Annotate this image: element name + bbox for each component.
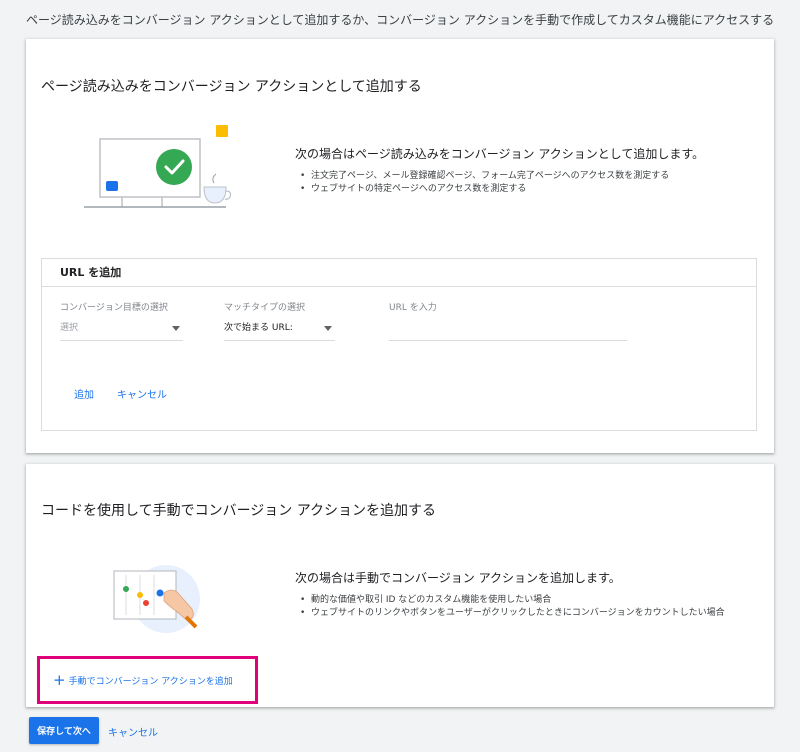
list-item: 注文完了ページ、メール登録確認ページ、フォーム完了ページへのアクセス数を測定する bbox=[295, 170, 704, 183]
url-input[interactable] bbox=[389, 319, 627, 341]
add-manual-label: 手動でコンバージョン アクションを追加 bbox=[68, 676, 233, 687]
add-url-button[interactable]: 追加 bbox=[74, 386, 94, 401]
manual-title: コードを使用して手動でコンバージョン アクションを追加する bbox=[41, 503, 437, 519]
page-load-card: ページ読み込みをコンバージョン アクションとして追加する 次の場合はページ読み込… bbox=[26, 39, 774, 453]
manual-description: 次の場合は手動でコンバージョン アクションを追加します。 動的な価値や取引 ID… bbox=[295, 569, 725, 620]
page-load-description: 次の場合はページ読み込みをコンバージョン アクションとして追加します。 注文完了… bbox=[295, 145, 704, 196]
url-panel: URL を追加 コンバージョン目標の選択 選択 マッチタイプの選択 次で始まる … bbox=[41, 258, 757, 431]
page-load-bullets: 注文完了ページ、メール登録確認ページ、フォーム完了ページへのアクセス数を測定する… bbox=[295, 170, 704, 196]
match-type-value: 次で始まる URL: bbox=[224, 323, 293, 333]
url-panel-title: URL を追加 bbox=[42, 259, 756, 287]
goal-select-label: コンバージョン目標の選択 bbox=[60, 303, 168, 313]
url-input-label: URL を入力 bbox=[389, 303, 437, 313]
coffee-cup-icon bbox=[203, 173, 232, 204]
list-item: ウェブサイトの特定ページへのアクセス数を測定する bbox=[295, 183, 704, 196]
page-heading: ページ読み込みをコンバージョン アクションとして追加するか、コンバージョン アク… bbox=[26, 13, 775, 27]
dropdown-arrow-icon bbox=[324, 326, 332, 331]
manual-bullets: 動的な価値や取引 ID などのカスタム機能を使用したい場合 ウェブサイトのリンク… bbox=[295, 594, 725, 620]
monitor-check-icon bbox=[82, 125, 232, 215]
dropdown-arrow-icon bbox=[172, 326, 180, 331]
page-load-title: ページ読み込みをコンバージョン アクションとして追加する bbox=[41, 79, 422, 95]
hand-touch-icon bbox=[106, 559, 206, 639]
chat-bubble-icon bbox=[106, 181, 118, 191]
list-item: 動的な価値や取引 ID などのカスタム機能を使用したい場合 bbox=[295, 594, 725, 607]
cancel-button[interactable]: キャンセル bbox=[108, 724, 158, 739]
save-and-next-button[interactable]: 保存して次へ bbox=[29, 717, 99, 744]
match-type-select[interactable]: 次で始まる URL: bbox=[224, 319, 335, 341]
page-load-desc-title: 次の場合はページ読み込みをコンバージョン アクションとして追加します。 bbox=[295, 147, 705, 161]
goal-select[interactable]: 選択 bbox=[60, 319, 183, 341]
sticky-note-icon bbox=[216, 125, 228, 137]
goal-select-value: 選択 bbox=[60, 323, 79, 333]
manual-desc-title: 次の場合は手動でコンバージョン アクションを追加します。 bbox=[295, 571, 621, 585]
match-type-label: マッチタイプの選択 bbox=[224, 303, 306, 313]
add-manual-conversion-button[interactable]: + 手動でコンバージョン アクションを追加 bbox=[37, 656, 258, 704]
manual-card: コードを使用して手動でコンバージョン アクションを追加する 次の場合は手動でコン… bbox=[26, 464, 774, 707]
cancel-url-button[interactable]: キャンセル bbox=[117, 386, 167, 401]
list-item: ウェブサイトのリンクやボタンをユーザーがクリックしたときにコンバージョンをカウン… bbox=[295, 607, 725, 620]
plus-icon: + bbox=[53, 670, 66, 689]
